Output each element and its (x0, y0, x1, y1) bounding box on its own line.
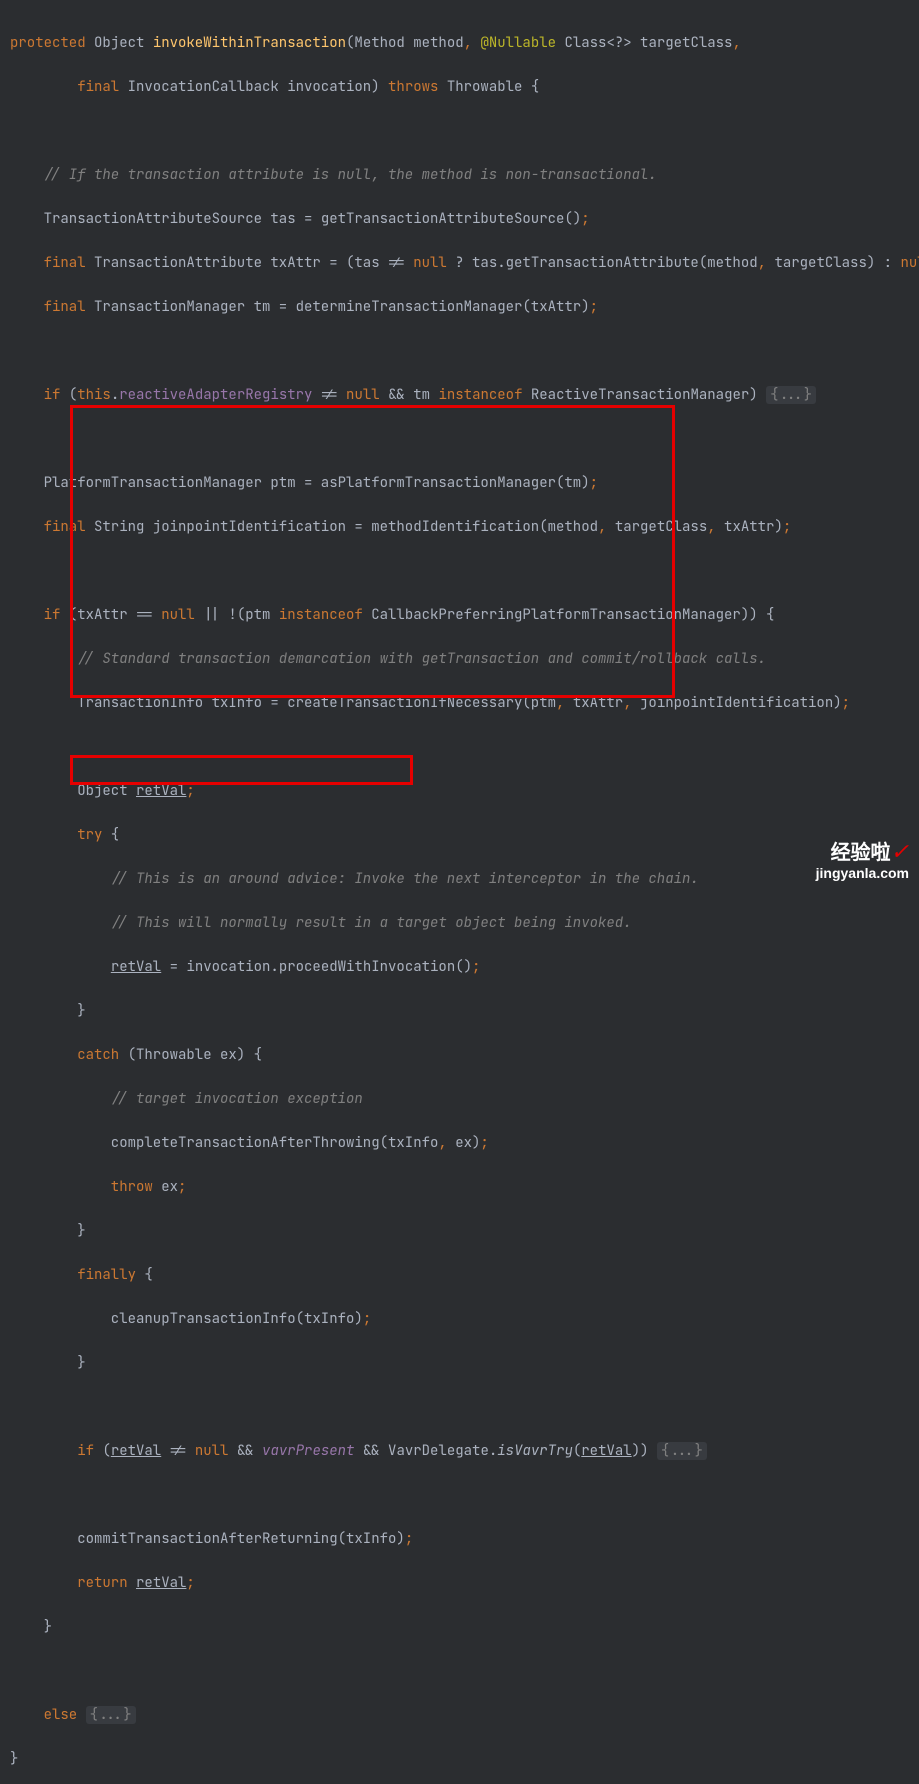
code-line: // target invocation exception (10, 1088, 919, 1110)
code-line: throw ex; (10, 1176, 919, 1198)
annotation-nullable: @Nullable (480, 34, 556, 52)
code-line: TransactionInfo txInfo = createTransacti… (10, 692, 919, 714)
comment: // Standard transaction demarcation with… (10, 650, 766, 668)
code-line: // Standard transaction demarcation with… (10, 648, 919, 670)
code-line: // This is an around advice: Invoke the … (10, 868, 919, 890)
comment: // target invocation exception (10, 1090, 363, 1108)
code-line (10, 1396, 919, 1418)
code-line (10, 1484, 919, 1506)
fold-region[interactable]: {...} (657, 1442, 707, 1460)
comment: // This will normally result in a target… (10, 914, 632, 932)
code-line: Object retVal; (10, 780, 919, 802)
code-line: } (10, 1616, 919, 1638)
code-line: if (retVal != null && vavrPresent && Vav… (10, 1440, 919, 1462)
code-line: catch (Throwable ex) { (10, 1044, 919, 1066)
code-line: if (txAttr == null || !(ptm instanceof C… (10, 604, 919, 626)
code-line: } (10, 1000, 919, 1022)
code-line: finally { (10, 1264, 919, 1286)
code-line: PlatformTransactionManager ptm = asPlatf… (10, 472, 919, 494)
code-line: final String joinpointIdentification = m… (10, 516, 919, 538)
code-line: commitTransactionAfterReturning(txInfo); (10, 1528, 919, 1550)
code-line: try { (10, 824, 919, 846)
code-line: cleanupTransactionInfo(txInfo); (10, 1308, 919, 1330)
code-line: } (10, 1220, 919, 1242)
code-line (10, 736, 919, 758)
code-editor[interactable]: protected Object invokeWithinTransaction… (10, 10, 919, 1784)
code-line (10, 340, 919, 362)
check-icon: ✓ (891, 837, 909, 866)
code-line: return retVal; (10, 1572, 919, 1594)
code-line (10, 560, 919, 582)
code-line: retVal = invocation.proceedWithInvocatio… (10, 956, 919, 978)
code-line: // This will normally result in a target… (10, 912, 919, 934)
watermark-url: jingyanla.com (816, 865, 909, 882)
code-line: protected Object invokeWithinTransaction… (10, 32, 919, 54)
code-line: final InvocationCallback invocation) thr… (10, 76, 919, 98)
code-line (10, 120, 919, 142)
code-line: TransactionAttributeSource tas = getTran… (10, 208, 919, 230)
code-line (10, 1660, 919, 1682)
fold-region[interactable]: {...} (766, 386, 816, 404)
variable-retval: retVal (136, 782, 186, 800)
comment: // This is an around advice: Invoke the … (10, 870, 699, 888)
code-line: completeTransactionAfterThrowing(txInfo,… (10, 1132, 919, 1154)
watermark: 经验啦✓ jingyanla.com (816, 839, 909, 882)
method-name: invokeWithinTransaction (153, 34, 346, 52)
code-line: // If the transaction attribute is null,… (10, 164, 919, 186)
code-line: final TransactionAttribute txAttr = (tas… (10, 252, 919, 274)
code-line: else {...} (10, 1704, 919, 1726)
code-line: } (10, 1352, 919, 1374)
code-line: if (this.reactiveAdapterRegistry != null… (10, 384, 919, 406)
fold-region[interactable]: {...} (86, 1706, 136, 1724)
code-line: } (10, 1748, 919, 1770)
watermark-text: 经验啦 (831, 842, 891, 864)
comment: // If the transaction attribute is null,… (10, 166, 657, 184)
code-line (10, 428, 919, 450)
keyword-protected: protected (10, 34, 86, 52)
code-line: final TransactionManager tm = determineT… (10, 296, 919, 318)
